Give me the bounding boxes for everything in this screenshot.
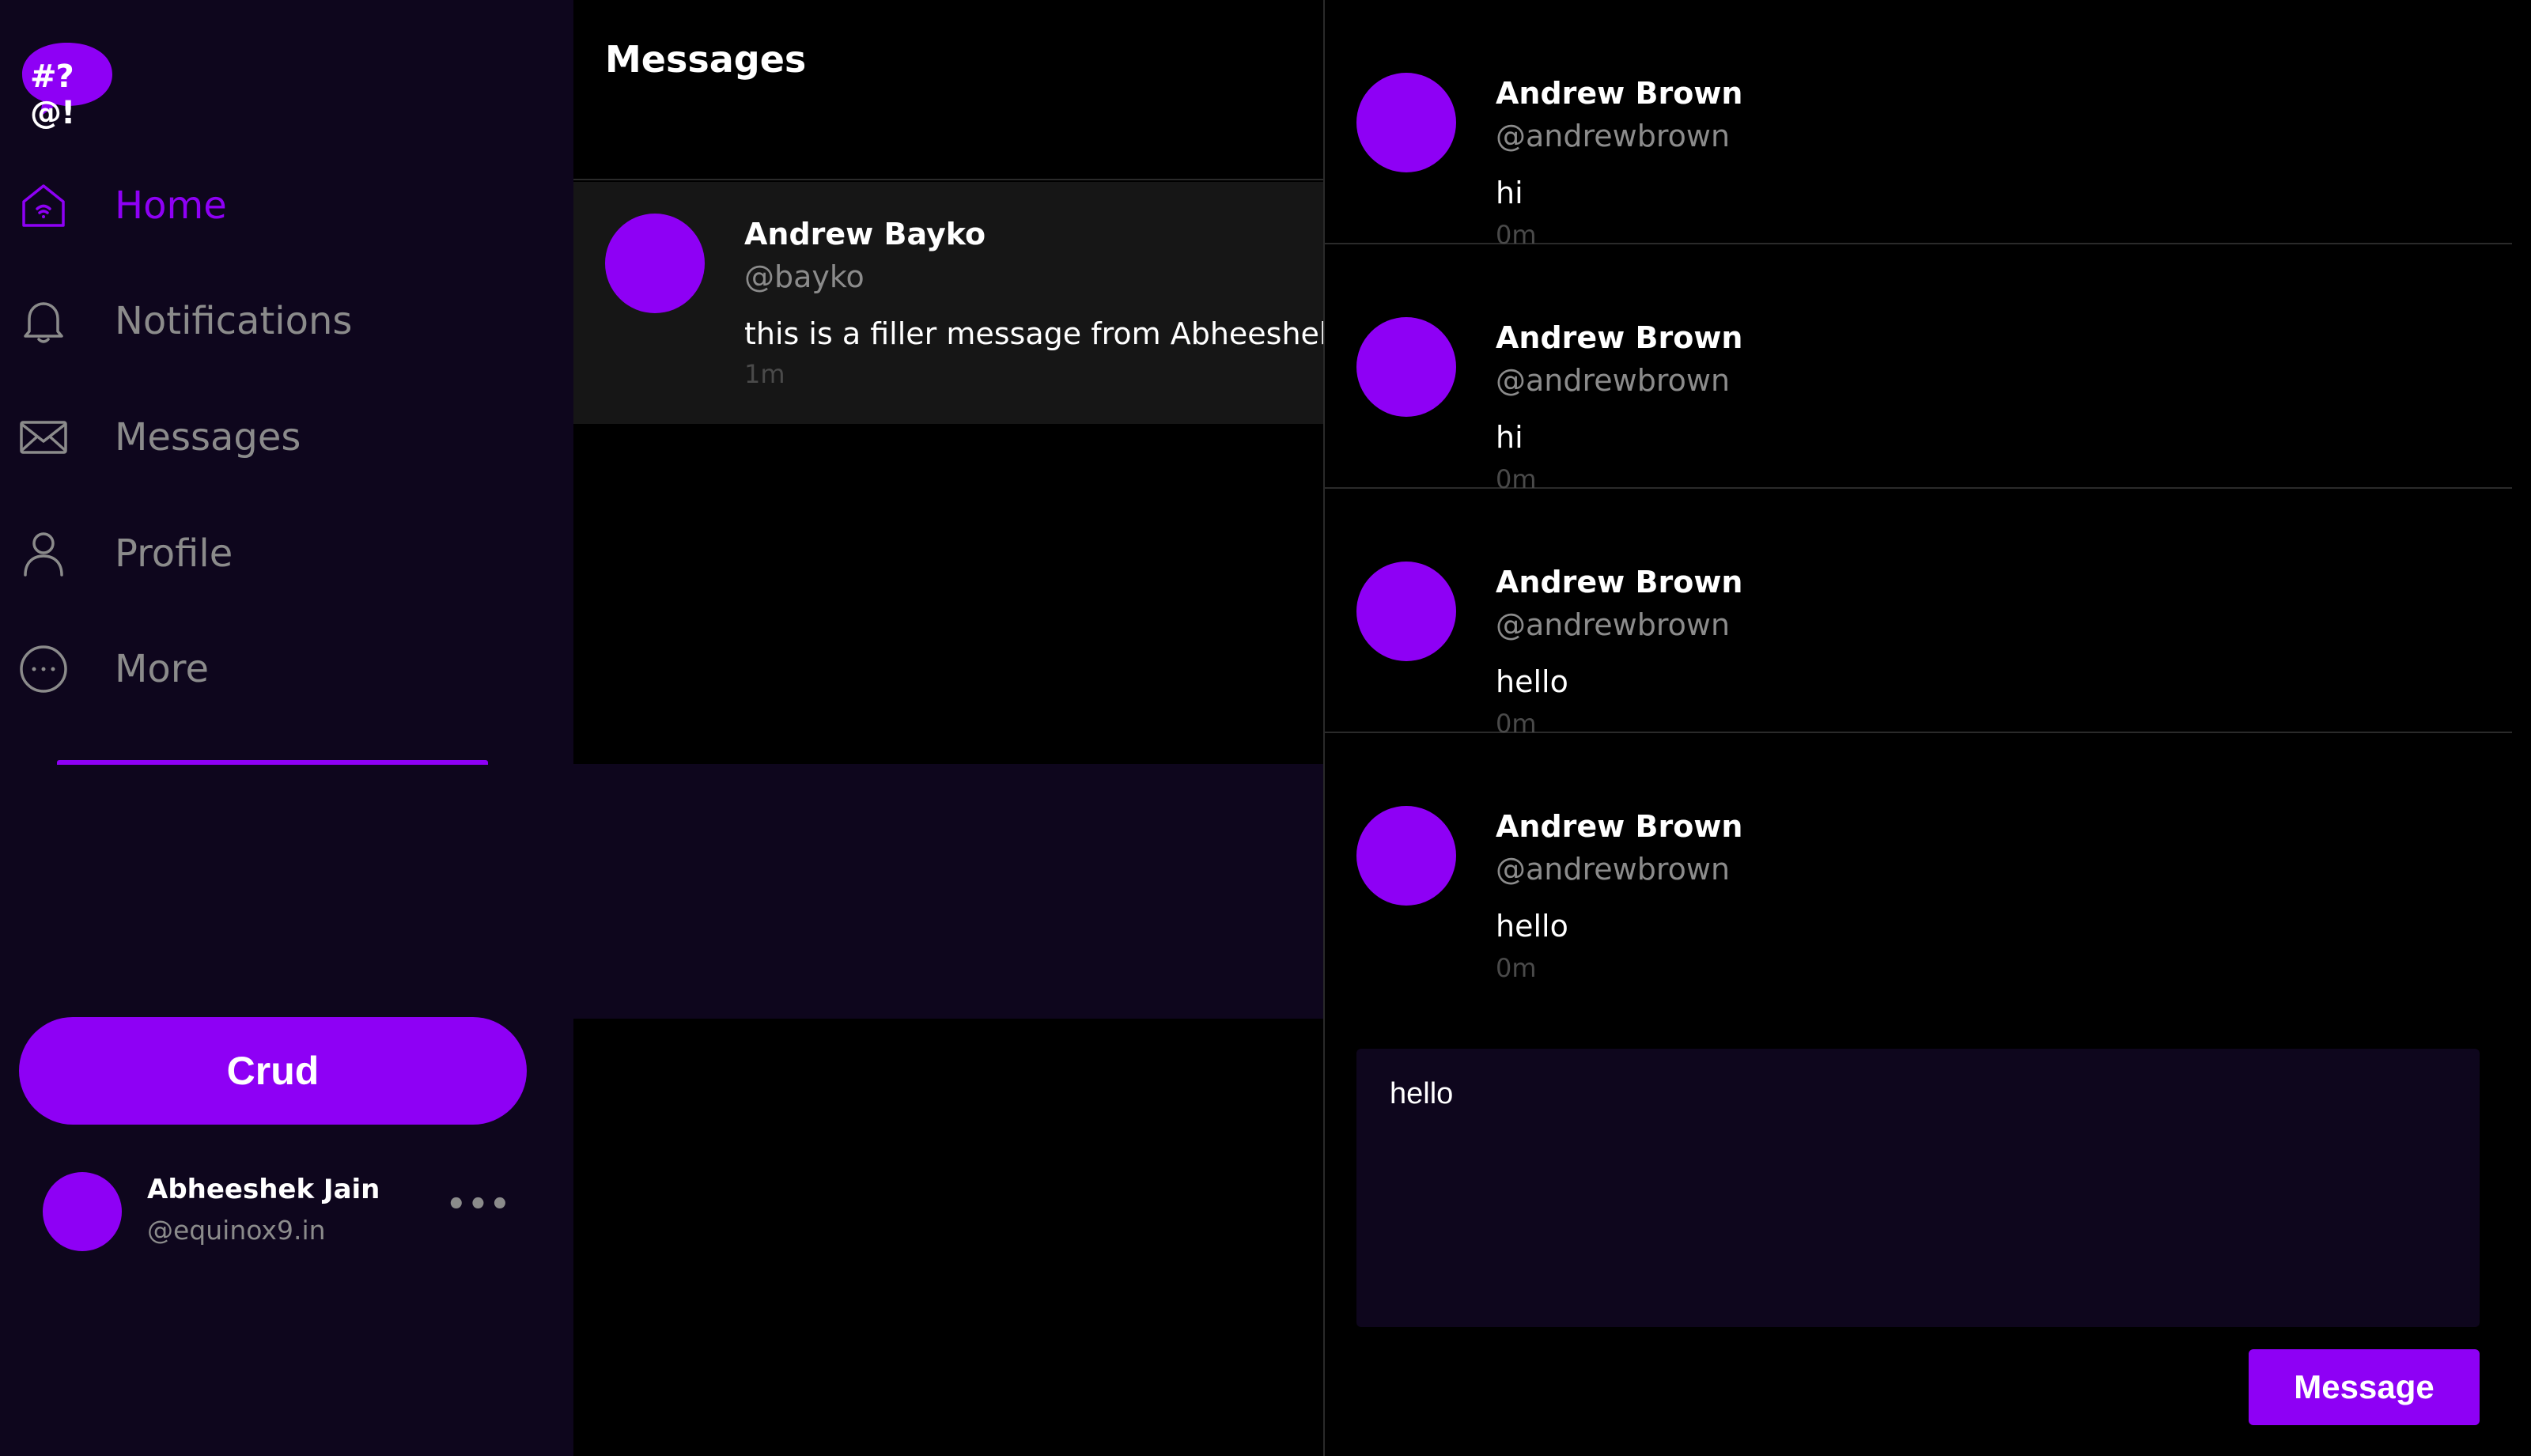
message-text: hello [1496, 664, 1568, 699]
message-item: Andrew Brown @andrewbrown hello 0m [1325, 489, 2514, 739]
sidebar-divider [57, 760, 488, 765]
message-text: hi [1496, 420, 1523, 455]
message-handle: @andrewbrown [1496, 363, 1731, 398]
list-header: Messages [573, 0, 1323, 180]
account-switcher[interactable]: Abheeshek Jain @equinox9.in ••• [43, 1170, 517, 1256]
nav-label-more: More [115, 647, 209, 691]
message-author: Andrew Brown [1496, 320, 1743, 355]
message-author: Andrew Brown [1496, 809, 1743, 844]
avatar [1356, 562, 1456, 661]
conversation-name: Andrew Bayko [744, 217, 986, 251]
chat-panel: Andrew Brown @andrewbrown hi 0m Andrew B… [1323, 0, 2514, 1456]
page-title: Messages [605, 38, 807, 81]
list-background-band [573, 764, 1323, 1019]
nav-item-notifications[interactable]: Notifications [0, 282, 554, 361]
nav-label-home: Home [115, 183, 227, 228]
app-logo[interactable]: #?@! [19, 38, 115, 131]
right-gutter [2512, 0, 2531, 1456]
conversation-preview: this is a filler message from Abheeshek [744, 316, 1337, 351]
send-message-button[interactable]: Message [2249, 1349, 2480, 1425]
message-text: hello [1496, 909, 1568, 944]
avatar [1356, 73, 1456, 172]
avatar [43, 1172, 122, 1251]
conversation-time: 1m [744, 359, 785, 389]
sidebar: #?@! Home Notifications Messages Profile… [0, 0, 573, 1456]
nav-item-messages[interactable]: Messages [0, 398, 554, 477]
message-time: 0m [1496, 953, 1537, 983]
message-author: Andrew Brown [1496, 565, 1743, 599]
message-author: Andrew Brown [1496, 76, 1743, 111]
message-item: Andrew Brown @andrewbrown hi 0m [1325, 0, 2514, 250]
account-handle: @equinox9.in [147, 1215, 326, 1246]
avatar [1356, 317, 1456, 417]
avatar [1356, 806, 1456, 906]
conversation-list: Messages Andrew Bayko @bayko this is a f… [573, 0, 1337, 1456]
message-item: Andrew Brown @andrewbrown hello 0m [1325, 733, 2514, 983]
mail-icon [16, 410, 71, 465]
nav-label-messages: Messages [115, 415, 301, 459]
conversation-handle: @bayko [744, 259, 864, 294]
message-handle: @andrewbrown [1496, 852, 1731, 887]
nav-label-profile: Profile [115, 531, 233, 576]
message-handle: @andrewbrown [1496, 119, 1731, 153]
user-icon [16, 526, 71, 581]
home-icon [16, 178, 71, 233]
nav-item-home[interactable]: Home [0, 166, 554, 245]
more-horizontal-icon[interactable]: ••• [446, 1186, 512, 1223]
nav-item-profile[interactable]: Profile [0, 514, 554, 593]
nav-label-notifications: Notifications [115, 299, 353, 343]
message-input[interactable]: hello [1356, 1049, 2480, 1327]
crud-button[interactable]: Crud [19, 1017, 527, 1125]
account-name: Abheeshek Jain [147, 1174, 380, 1205]
message-text: hi [1496, 176, 1523, 210]
bell-icon [16, 293, 71, 349]
message-item: Andrew Brown @andrewbrown hi 0m [1325, 244, 2514, 494]
logo-text: #?@! [30, 59, 75, 131]
conversation-item[interactable]: Andrew Bayko @bayko this is a filler mes… [573, 182, 1337, 424]
more-circle-icon [16, 641, 71, 697]
nav-item-more[interactable]: More [0, 630, 554, 709]
message-handle: @andrewbrown [1496, 607, 1731, 642]
avatar [605, 214, 705, 313]
